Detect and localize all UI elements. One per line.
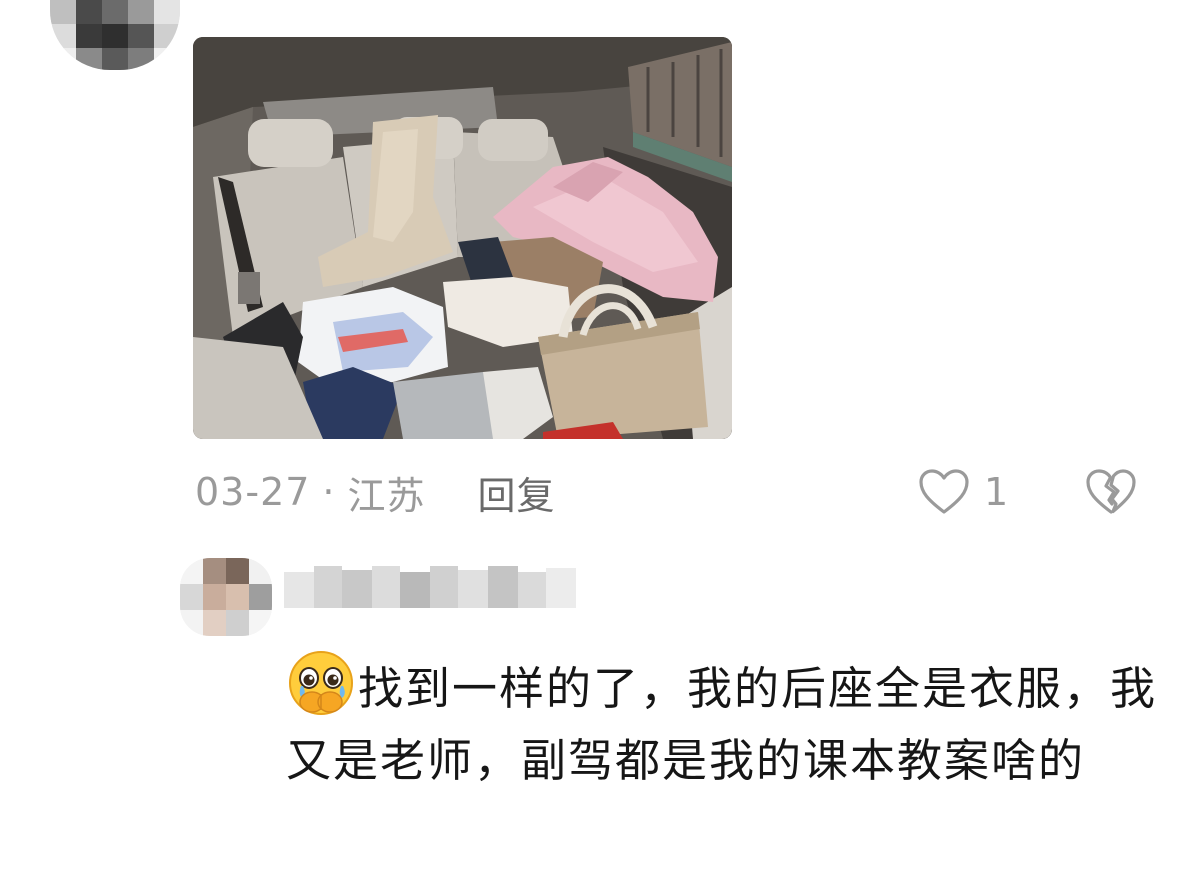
like-count: 1 bbox=[984, 470, 1009, 514]
heart-outline-icon[interactable] bbox=[918, 468, 970, 516]
blurred-avatar-reply[interactable] bbox=[180, 558, 272, 636]
comment-meta: 03-27 · 江苏 回复 bbox=[195, 462, 556, 522]
comment-date: 03-27 bbox=[195, 470, 311, 514]
reply-button[interactable]: 回复 bbox=[478, 465, 556, 520]
reply-comment-text: 找到一样的了，我的后座全是衣服，我又是老师，副驾都是我的课本教案啥的 bbox=[286, 648, 1166, 797]
comment-photo[interactable] bbox=[193, 37, 732, 439]
pleading-face-emoji bbox=[286, 648, 356, 718]
like-button[interactable]: 1 bbox=[918, 462, 1008, 522]
blurred-avatar[interactable] bbox=[50, 0, 180, 70]
blurred-username[interactable] bbox=[284, 562, 584, 616]
meta-separator: · bbox=[322, 470, 336, 514]
comment-location: 江苏 bbox=[347, 473, 426, 518]
reply-text-body: 找到一样的了，我的后座全是衣服，我又是老师，副驾都是我的课本教案啥的 bbox=[286, 662, 1158, 787]
broken-heart-icon[interactable] bbox=[1085, 466, 1137, 516]
